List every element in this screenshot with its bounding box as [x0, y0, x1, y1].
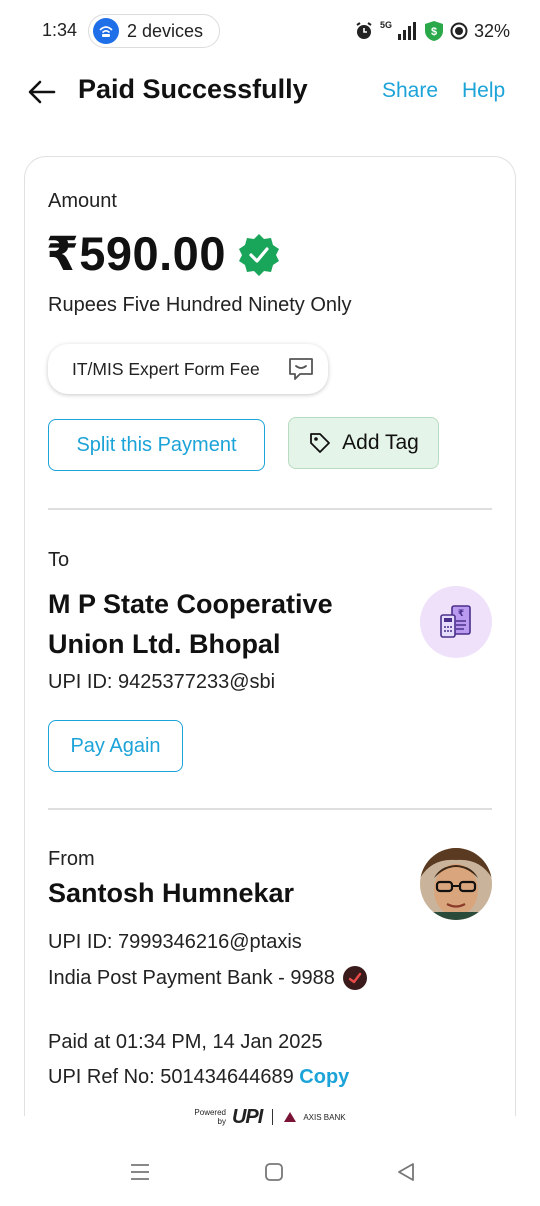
payee-name: M P State Cooperative Union Ltd. Bhopal [48, 589, 333, 659]
back-arrow-icon[interactable] [26, 76, 58, 108]
amount-in-words: Rupees Five Hundred Ninety Only [48, 294, 352, 316]
powered-by-label: Powered by [194, 1108, 226, 1126]
back-triangle-icon[interactable] [394, 1160, 418, 1184]
divider [48, 808, 492, 810]
status-icons: 5G $ 32% [354, 18, 510, 44]
add-tag-button[interactable]: Add Tag [288, 417, 439, 469]
devices-pill[interactable]: 2 devices [88, 14, 220, 48]
devices-icon [93, 18, 119, 44]
payer-upi-id: UPI ID: 7999346216@ptaxis [48, 931, 302, 953]
help-button[interactable]: Help [462, 79, 505, 103]
system-nav-bar [0, 1146, 540, 1206]
network-type: 5G [379, 20, 392, 30]
axis-bank-label: AXIS BANK [303, 1112, 346, 1122]
amount-label: Amount [48, 190, 117, 212]
message-icon [289, 358, 313, 380]
upi-ref-no: UPI Ref No: 501434644689 [48, 1066, 294, 1088]
devices-label: 2 devices [127, 20, 204, 41]
ippb-logo-icon [342, 966, 367, 990]
copy-button[interactable]: Copy [299, 1066, 349, 1088]
tag-icon [310, 433, 331, 453]
pay-again-button[interactable]: Pay Again [48, 720, 183, 772]
status-bar: 1:34 2 devices 5G $ 32% [0, 0, 540, 62]
signal-icon [397, 22, 416, 40]
add-tag-label: Add Tag [342, 431, 419, 454]
split-payment-button[interactable]: Split this Payment [48, 419, 265, 471]
verified-check-icon [239, 234, 279, 276]
upi-ref-row: UPI Ref No: 501434644689 Copy [48, 1066, 349, 1089]
payment-note-text: IT/MIS Expert Form Fee [72, 358, 260, 379]
from-label: From [48, 848, 95, 870]
svg-text:$: $ [431, 26, 437, 38]
share-button[interactable]: Share [382, 79, 438, 103]
payee-avatar: ₹ [420, 586, 492, 658]
payee-upi-id: UPI ID: 9425377233@sbi [48, 671, 276, 693]
payer-bank: India Post Payment Bank - 9988 [48, 966, 367, 990]
payer-name: Santosh Humnekar [48, 878, 295, 908]
battery-icon [450, 22, 468, 40]
payment-note: IT/MIS Expert Form Fee [48, 344, 328, 394]
payer-bank-text: India Post Payment Bank - 9988 [48, 966, 335, 989]
home-icon[interactable] [262, 1160, 286, 1184]
paid-at: Paid at 01:34 PM, 14 Jan 2025 [48, 1031, 323, 1053]
menu-icon[interactable] [128, 1160, 152, 1184]
divider [48, 508, 492, 510]
amount-value: ₹590.00 [46, 227, 226, 280]
status-time: 1:34 [42, 20, 78, 40]
bill-icon: ₹ [440, 605, 471, 638]
powered-by-footer: Powered by UPI AXIS BANK [0, 1102, 540, 1132]
axis-logo-icon [284, 1112, 297, 1122]
shield-icon: $ [424, 21, 443, 41]
separator [272, 1109, 274, 1125]
app-header: Paid Successfully Share Help [0, 66, 540, 116]
page-title: Paid Successfully [78, 74, 308, 104]
upi-logo: UPI [231, 1105, 263, 1128]
to-label: To [48, 549, 70, 571]
battery-text: 32% [473, 20, 510, 41]
alarm-icon [356, 22, 372, 39]
payer-avatar [420, 848, 492, 920]
svg-text:₹: ₹ [458, 609, 464, 619]
